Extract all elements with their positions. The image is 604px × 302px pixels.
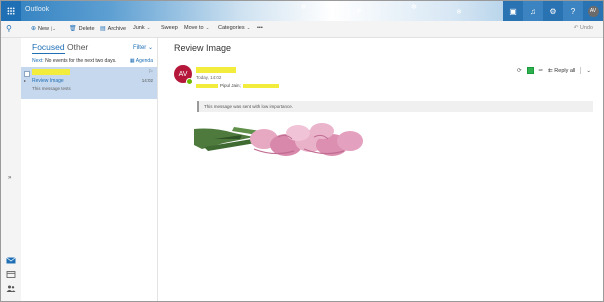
tab-other[interactable]: Other xyxy=(67,42,88,52)
avatar: AV xyxy=(587,5,599,17)
sender-name-redacted xyxy=(32,69,70,75)
chevron-down-icon: |⌄ xyxy=(51,25,56,31)
message-checkbox[interactable] xyxy=(24,71,30,77)
undo-icon: ↶ xyxy=(573,25,579,31)
reply-all-button[interactable]: ⇇ Reply all xyxy=(548,68,575,74)
reading-pane: Review Image AV Today, 14:02 Pipul Jain;… xyxy=(158,38,603,301)
command-bar: ⚲ ⊕ New |⌄ 🗑 Delete ▤ Archive Junk ⌄ Swe… xyxy=(1,21,603,38)
next-events-notice: Next: No events for the next two days. xyxy=(32,58,117,64)
undo-button[interactable]: ↶ Undo xyxy=(574,25,593,31)
tab-focused[interactable]: Focused xyxy=(32,42,65,54)
reply-arrow-icon[interactable]: ✑ xyxy=(539,68,544,74)
app-launcher-icon[interactable] xyxy=(1,1,21,21)
trash-icon: 🗑 xyxy=(69,26,77,32)
junk-button[interactable]: Junk ⌄ xyxy=(133,25,150,31)
gear-icon[interactable]: ⚙ xyxy=(543,1,563,21)
chevron-down-icon: ⌄ xyxy=(146,25,151,30)
calendar-icon[interactable] xyxy=(6,271,16,278)
sender-name-redacted[interactable] xyxy=(196,67,236,73)
presence-indicator xyxy=(186,78,193,85)
low-importance-banner: This message was sent with low importanc… xyxy=(197,101,593,112)
chevron-down-icon: ⌄ xyxy=(205,25,210,30)
roses-image[interactable] xyxy=(194,119,374,161)
search-icon[interactable]: ⚲ xyxy=(6,24,15,33)
message-date: Today, 14:02 xyxy=(196,75,222,80)
new-button[interactable]: ⊕ New |⌄ xyxy=(31,25,56,33)
expand-thread-icon[interactable]: ▸ xyxy=(24,78,26,83)
sync-icon[interactable]: ⟳ xyxy=(517,68,522,74)
plus-icon: ⊕ xyxy=(31,26,37,32)
filter-button[interactable]: Filter ⌄ xyxy=(133,44,153,51)
message-list-pane: Focused Other Filter ⌄ Next: No events f… xyxy=(21,38,158,301)
more-actions-button[interactable]: ••• xyxy=(257,25,263,31)
sweep-button[interactable]: Sweep xyxy=(161,25,178,31)
delete-button[interactable]: 🗑 Delete xyxy=(69,25,95,33)
chevron-down-icon: ⌄ xyxy=(147,45,153,51)
bell-icon[interactable]: ♫ xyxy=(523,1,543,21)
reply-all-icon: ⇇ xyxy=(548,67,553,74)
message-time: 14:02 xyxy=(141,78,153,83)
move-to-button[interactable]: Move to ⌄ xyxy=(184,25,209,31)
expand-folders-icon[interactable]: » xyxy=(8,175,11,181)
app-title: Outlook xyxy=(25,6,50,13)
left-rail: » xyxy=(1,38,22,301)
message-title: Review Image xyxy=(174,43,232,53)
help-icon[interactable]: ? xyxy=(563,1,583,21)
message-preview: This message tests xyxy=(32,86,71,91)
green-app-icon[interactable] xyxy=(526,67,534,74)
message-subject: Review Image xyxy=(32,78,64,84)
chevron-down-icon: ⌄ xyxy=(246,25,251,30)
message-actions: ⟳ ✑ ⇇ Reply all ⌄ xyxy=(517,67,591,74)
agenda-link[interactable]: ▦ Agenda xyxy=(130,58,153,64)
flag-icon[interactable]: ⚐ xyxy=(149,69,153,75)
list-item[interactable]: ⚐ ▸ Review Image 14:02 This message test… xyxy=(21,67,157,99)
categories-button[interactable]: Categories ⌄ xyxy=(218,25,250,31)
people-icon[interactable] xyxy=(6,285,16,292)
skype-icon[interactable]: ▣ xyxy=(503,1,523,21)
archive-icon: ▤ xyxy=(100,26,106,32)
archive-button[interactable]: ▤ Archive xyxy=(100,25,126,33)
calendar-icon: ▦ xyxy=(129,58,135,64)
top-header-bar: Outlook ❄ ❄ ✻ ❄ ▣ ♫ ⚙ ? AV xyxy=(1,1,603,21)
recipients: Pipul Jain; xyxy=(196,83,279,88)
account-button[interactable]: AV xyxy=(583,1,603,21)
outlook-window: Outlook ❄ ❄ ✻ ❄ ▣ ♫ ⚙ ? AV ⚲ ⊕ New |⌄ 🗑 … xyxy=(0,0,604,302)
chevron-down-icon[interactable]: ⌄ xyxy=(586,68,591,74)
mail-icon[interactable] xyxy=(6,257,16,264)
